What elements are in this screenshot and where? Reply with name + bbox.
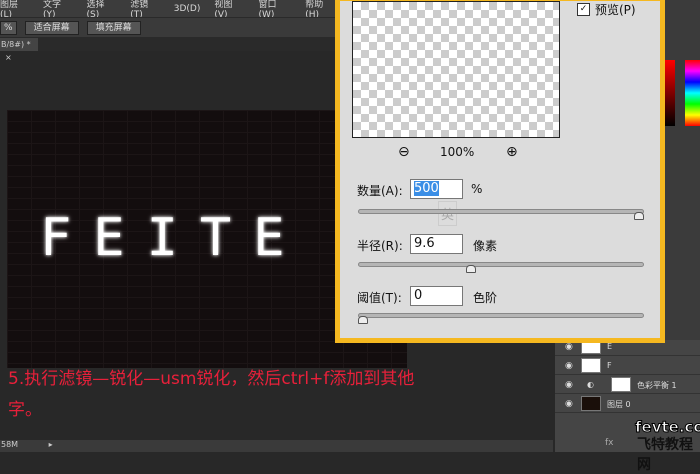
color-spectrum[interactable] [685, 60, 700, 126]
radius-label: 半径(R): [357, 239, 403, 253]
preview-checkbox[interactable]: ✓ 预览(P) [577, 1, 636, 18]
radius-unit: 像素 [473, 239, 498, 253]
unsharp-mask-dialog: ✓ 预览(P) ⊖ 100% ⊕ 数量(A): 500 % 英 半径(R): 9… [335, 0, 665, 343]
status-bar: 58M ▸ [0, 440, 553, 452]
layer-row[interactable]: ◉ 图层 0 [555, 395, 700, 413]
layer-name: 色彩平衡 1 [637, 381, 677, 390]
fill-screen-button[interactable]: 填充屏幕 [86, 20, 141, 35]
status-arrow-icon[interactable]: ▸ [49, 440, 53, 449]
layer-row[interactable]: ◉ ◐ 色彩平衡 1 [555, 376, 700, 394]
zoom-out-icon[interactable]: ⊖ [398, 144, 410, 160]
menu-bar: 图层(L) 文字(Y) 选择(S) 滤镜(T) 3D(D) 视图(V) 窗口(W… [0, 0, 336, 20]
amount-slider[interactable] [358, 209, 644, 220]
threshold-label: 阈值(T): [357, 291, 402, 305]
amount-unit: % [471, 182, 483, 196]
annotation-line-2: 字。 [8, 400, 42, 420]
document-tab-title: B/8#) * [1, 40, 31, 49]
radius-slider-thumb[interactable] [465, 265, 476, 273]
preview-label: 预览(P) [595, 3, 636, 17]
amount-value: 500 [414, 181, 439, 196]
document-tab-bar [0, 37, 336, 51]
adjustment-icon: ◐ [587, 380, 594, 389]
canvas-neon-text: FEITE [40, 208, 307, 268]
threshold-slider[interactable] [358, 313, 644, 324]
zoom-percent-button[interactable]: % [0, 20, 17, 35]
close-icon[interactable]: × [5, 53, 12, 62]
layer-name: F [607, 361, 612, 370]
amount-input[interactable]: 500 [410, 179, 463, 199]
zoom-in-icon[interactable]: ⊕ [506, 144, 518, 160]
threshold-unit: 色阶 [473, 291, 498, 305]
eye-icon[interactable]: ◉ [565, 361, 573, 371]
doc-size: 58M [1, 440, 19, 449]
layer-name: E [607, 342, 613, 351]
eye-icon[interactable]: ◉ [565, 342, 573, 352]
menu-3d[interactable]: 3D(D) [174, 4, 201, 14]
zoom-level: 100% [440, 145, 475, 159]
options-bar: % 适合屏幕 填充屏幕 [0, 17, 336, 37]
threshold-slider-thumb[interactable] [358, 316, 368, 324]
preview-pane[interactable] [352, 1, 560, 138]
layer-name: 图层 0 [607, 400, 631, 409]
fit-screen-button[interactable]: 适合屏幕 [24, 20, 79, 35]
layer-thumbnail [581, 396, 601, 411]
amount-slider-thumb[interactable] [634, 212, 644, 220]
layer-mask-thumbnail [611, 377, 631, 392]
layer-thumbnail [581, 358, 601, 373]
amount-label: 数量(A): [357, 184, 403, 198]
layers-panel: ◉E ◉F ◉◐色彩平衡 1 ◉图层 0 fevte.com 飞特教程网 fx [555, 339, 700, 473]
radius-input[interactable]: 9.6 [410, 234, 463, 254]
layer-row[interactable]: ◉ F [555, 357, 700, 375]
eye-icon[interactable]: ◉ [565, 399, 573, 409]
checkmark-icon[interactable]: ✓ [577, 3, 590, 16]
color-slider[interactable] [665, 60, 675, 126]
eye-icon[interactable]: ◉ [565, 380, 573, 390]
document-tab[interactable]: B/8#) * × [0, 38, 38, 62]
annotation-line-1: 5.执行滤镜—锐化—usm锐化，然后ctrl+f添加到其他 [8, 369, 415, 389]
radius-slider[interactable] [358, 262, 644, 273]
fx-button[interactable]: fx [605, 438, 614, 448]
threshold-input[interactable]: 0 [410, 286, 463, 306]
watermark-site: 飞特教程网 [637, 437, 693, 473]
